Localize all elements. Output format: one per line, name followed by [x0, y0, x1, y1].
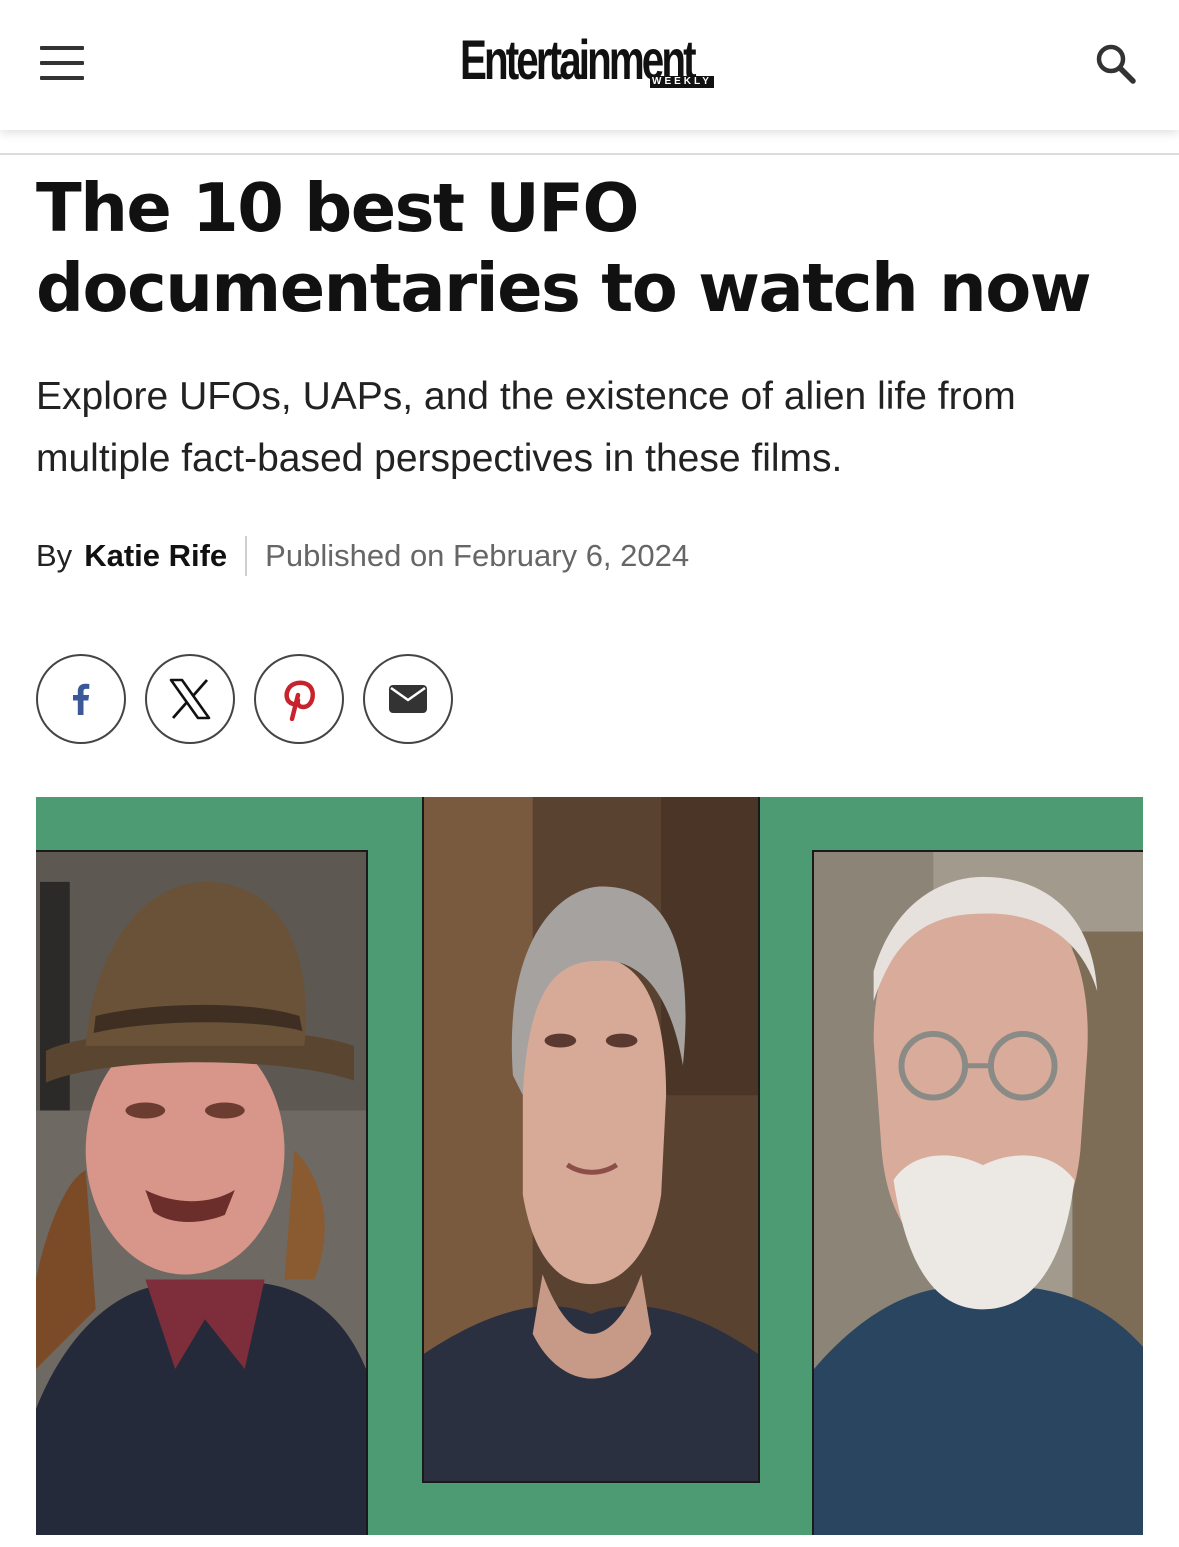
byline-prefix: By [36, 538, 73, 573]
facebook-icon [72, 683, 90, 715]
email-icon [389, 685, 427, 713]
author-link[interactable]: Katie Rife [84, 538, 227, 574]
hero-panel-woman [422, 797, 760, 1483]
header-divider [0, 153, 1179, 155]
pinterest-icon [284, 680, 315, 721]
hero-image [36, 797, 1143, 1535]
byline-divider [245, 536, 248, 576]
share-pinterest-button[interactable] [254, 654, 344, 744]
byline: By Katie Rife Published on February 6, 2… [36, 534, 689, 578]
share-buttons [36, 654, 453, 744]
hamburger-menu-icon[interactable] [40, 46, 84, 80]
share-email-button[interactable] [363, 654, 453, 744]
article-dek: Explore UFOs, UAPs, and the existence of… [36, 375, 1016, 480]
publish-date: Published on February 6, 2024 [265, 538, 690, 573]
site-logo[interactable]: Entertainment WEEKLY [460, 30, 720, 94]
search-icon[interactable] [1094, 42, 1138, 86]
top-nav-bar: Entertainment WEEKLY [0, 0, 1179, 130]
logo-subtext: WEEKLY [650, 76, 714, 88]
article-headline: The 10 best UFO documentaries to watch n… [36, 169, 1092, 327]
hero-panel-bearded-man [812, 850, 1143, 1535]
x-icon [169, 678, 211, 720]
share-x-button[interactable] [145, 654, 235, 744]
hero-panel-man-hat [36, 850, 368, 1535]
share-facebook-button[interactable] [36, 654, 126, 744]
